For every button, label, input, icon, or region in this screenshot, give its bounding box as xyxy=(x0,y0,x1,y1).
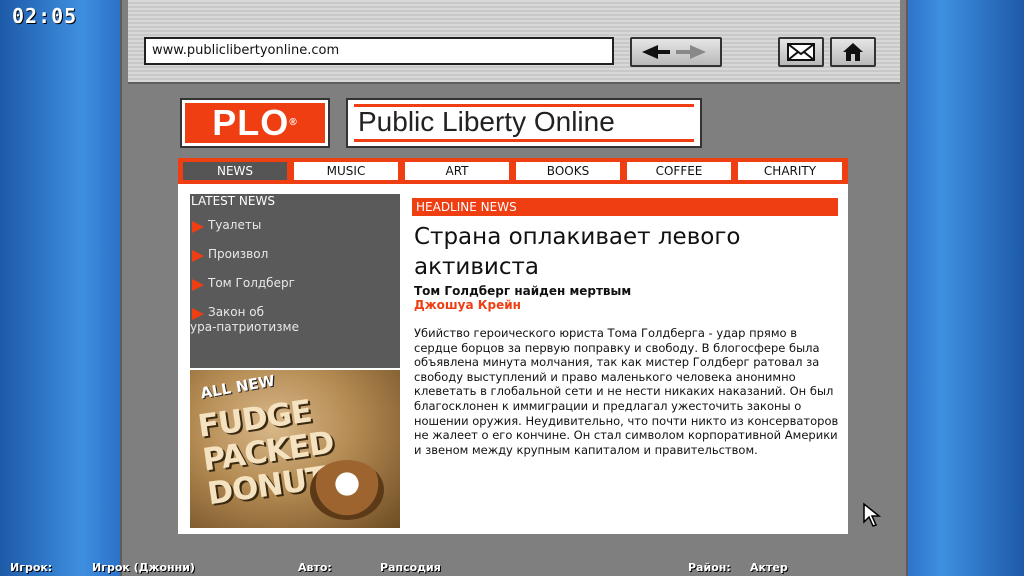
url-bar[interactable]: www.publiclibertyonline.com xyxy=(144,37,614,65)
arrow-right-icon xyxy=(192,279,204,291)
ad-mascot-image xyxy=(310,460,384,520)
latest-news-link[interactable]: Туалеты xyxy=(208,218,261,232)
arrow-right-icon xyxy=(192,221,204,233)
menu-item-charity[interactable]: CHARITY xyxy=(738,162,842,180)
donut-ad-banner[interactable]: ALL NEW FUDGE PACKED DONUTS xyxy=(190,370,400,528)
article-author[interactable]: Джошуа Крейн xyxy=(414,298,521,312)
status-player-value: Игрок (Джонни) xyxy=(92,561,195,574)
latest-news-panel: LATEST NEWS Туалеты Произвол Том Голдбер… xyxy=(190,194,400,368)
game-status-bar: Игрок: Игрок (Джонни) Авто: Рапсодия Рай… xyxy=(0,560,1024,576)
home-button[interactable] xyxy=(830,37,876,67)
mail-icon xyxy=(787,43,815,61)
latest-news-link[interactable]: Произвол xyxy=(208,247,268,261)
menu-item-news[interactable]: NEWS xyxy=(183,162,287,180)
article-subtitle: Том Голдберг найден мертвым xyxy=(414,284,632,298)
article-title: Страна оплакивает левого активиста xyxy=(414,224,741,280)
latest-news-title: LATEST NEWS xyxy=(191,194,275,208)
back-forward-button[interactable] xyxy=(630,37,722,67)
status-player-label: Игрок: xyxy=(10,561,53,574)
arrow-right-icon xyxy=(192,250,204,262)
arrow-right-icon xyxy=(192,308,204,320)
site-name: Public Liberty Online xyxy=(346,98,702,148)
cursor-icon xyxy=(863,502,882,527)
status-district-value: Актер xyxy=(750,561,788,574)
back-forward-icon xyxy=(642,45,706,59)
web-page: PLO® Public Liberty Online NEWS MUSIC AR… xyxy=(170,88,850,540)
home-icon xyxy=(843,43,863,61)
logo-short: PLO xyxy=(212,102,290,143)
status-car-value: Рапсодия xyxy=(380,561,441,574)
menu-item-art[interactable]: ART xyxy=(405,162,509,180)
status-district-label: Район: xyxy=(688,561,731,574)
latest-news-link[interactable]: Закон об xyxy=(190,305,400,320)
logo-registered: ® xyxy=(289,117,298,128)
headline-section-label: HEADLINE NEWS xyxy=(412,198,838,216)
latest-news-item[interactable]: Том Голдберг xyxy=(190,276,400,291)
menu-item-coffee[interactable]: COFFEE xyxy=(627,162,731,180)
article-body: Убийство героического юриста Тома Голдбе… xyxy=(414,326,839,457)
latest-news-item[interactable]: Закон об ура-патриотизме xyxy=(190,305,400,335)
latest-news-item[interactable]: Туалеты xyxy=(190,218,400,233)
status-car-label: Авто: xyxy=(298,561,332,574)
latest-news-item[interactable]: Произвол xyxy=(190,247,400,262)
browser-toolbar: www.publiclibertyonline.com xyxy=(128,0,900,84)
latest-news-link[interactable]: Том Голдберг xyxy=(208,276,295,290)
clock: 02:05 xyxy=(12,4,78,28)
latest-news-link-cont[interactable]: ура-патриотизме xyxy=(190,320,299,334)
page-content: LATEST NEWS Туалеты Произвол Том Голдбер… xyxy=(178,184,848,534)
latest-news-list: Туалеты Произвол Том Голдберг Закон об ур… xyxy=(190,218,400,335)
site-logo[interactable]: PLO® xyxy=(180,98,330,148)
ad-line-1: ALL NEW xyxy=(199,371,277,403)
site-menu: NEWS MUSIC ART BOOKS COFFEE CHARITY xyxy=(178,158,848,184)
menu-item-music[interactable]: MUSIC xyxy=(294,162,398,180)
mail-button[interactable] xyxy=(778,37,824,67)
menu-item-books[interactable]: BOOKS xyxy=(516,162,620,180)
browser-window: www.publiclibertyonline.com PLO® Public … xyxy=(120,0,908,576)
